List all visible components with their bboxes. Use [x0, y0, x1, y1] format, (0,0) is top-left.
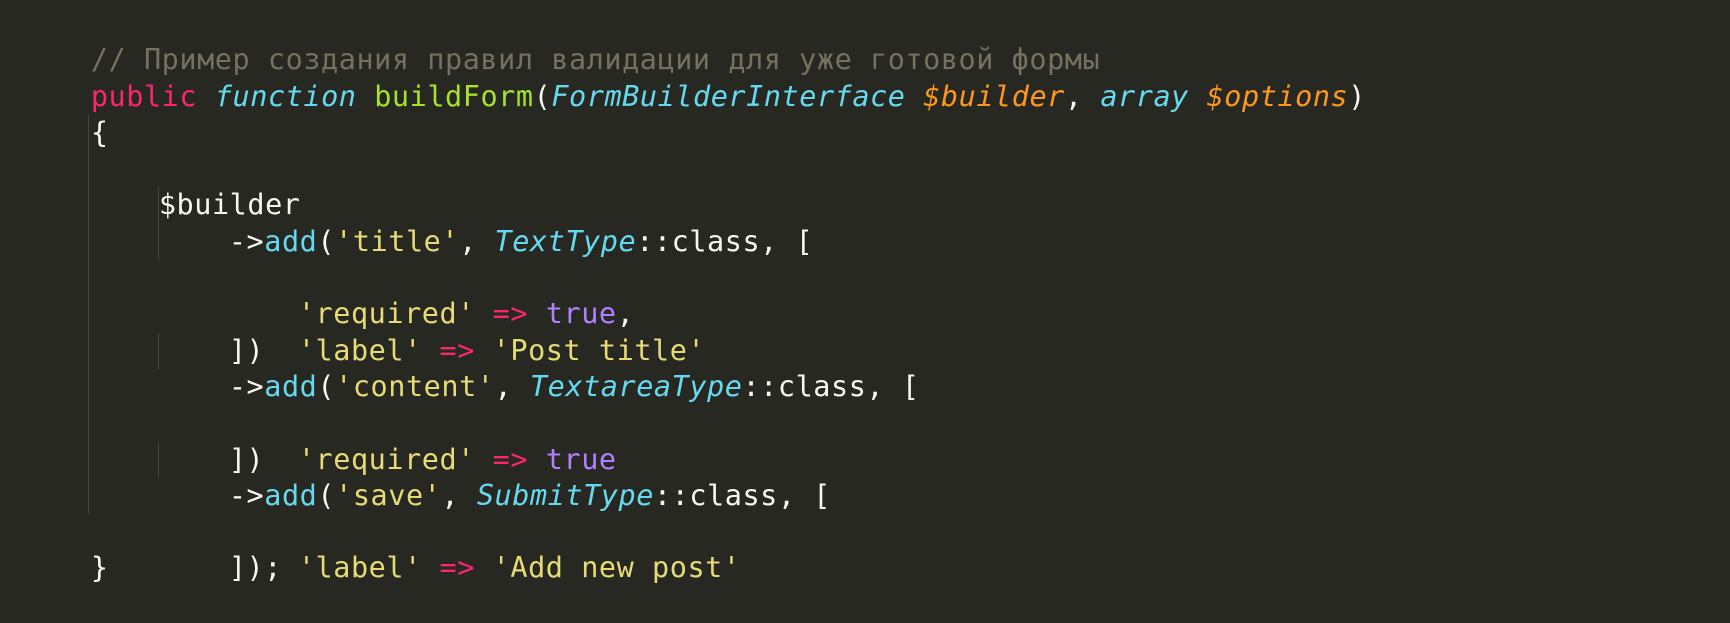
option-key-string: 'label'	[297, 551, 422, 585]
option-value-string: 'Add new post'	[492, 551, 741, 585]
code-line-2: public function buildForm(FormBuilderInt…	[20, 42, 1720, 113]
code-line-4: $builder	[20, 114, 1720, 221]
code-line-11: ])	[20, 368, 1720, 476]
indent-guide	[88, 405, 89, 442]
indent-guide	[158, 332, 159, 369]
code-line-5: ->add('title', TextType::class, [	[20, 151, 1720, 258]
code-line-6: 'required' => true,	[20, 187, 1720, 330]
code-editor[interactable]: // Пример создания правил валидации для …	[20, 6, 1720, 584]
code-line-1: // Пример создания правил валидации для …	[20, 6, 1720, 76]
code-line-8: ])	[20, 260, 1720, 367]
indent-guide	[88, 332, 89, 369]
code-line-10: 'required' => true	[20, 332, 1720, 476]
array-close-semicolon: ]);	[228, 551, 282, 585]
indent-guide	[88, 296, 89, 333]
indent-guide	[158, 187, 159, 224]
fat-arrow-operator: =>	[439, 551, 475, 585]
indent-guide	[88, 260, 89, 297]
indent-guide	[88, 114, 89, 152]
code-line-14: ]);	[20, 477, 1720, 584]
brace-close: }	[90, 551, 109, 585]
code-line-13: 'label' => 'Add new post'	[20, 441, 1720, 584]
indent-guide	[158, 441, 159, 478]
code-line-9: ->add('content', TextareaType::class, [	[20, 296, 1720, 403]
indent-guide	[88, 477, 89, 515]
code-line-15: }	[20, 514, 1720, 584]
indent-guide	[88, 223, 89, 261]
code-line-7: 'label' => 'Post title'	[20, 223, 1720, 367]
code-line-3: {	[20, 79, 1720, 149]
indent-guide	[88, 151, 89, 188]
indent-guide	[158, 223, 159, 261]
code-line-12: ->add('save', SubmitType::class, [	[20, 405, 1720, 512]
indent-guide	[88, 441, 89, 478]
indent-guide	[88, 368, 89, 406]
indent-guide	[88, 187, 89, 224]
